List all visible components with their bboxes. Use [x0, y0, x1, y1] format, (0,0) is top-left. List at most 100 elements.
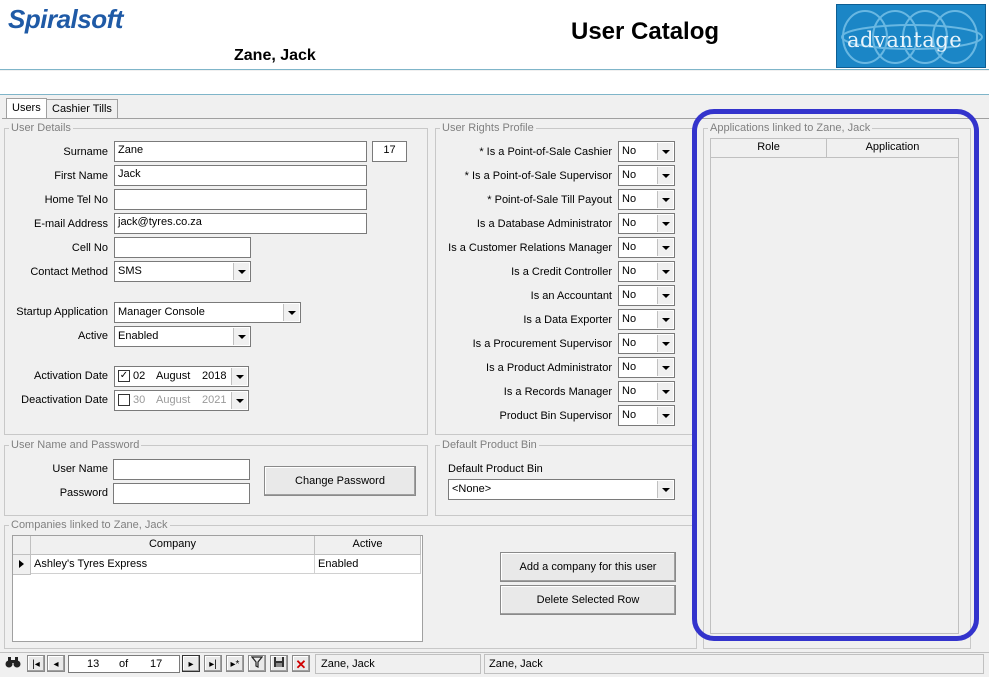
startup-application-label: Startup Application: [16, 306, 108, 318]
chevron-down-icon[interactable]: [657, 239, 673, 256]
last-record-icon[interactable]: ▸|: [204, 655, 222, 672]
right-select[interactable]: No: [618, 261, 675, 282]
right-select[interactable]: No: [618, 333, 675, 354]
row-selector[interactable]: [13, 555, 31, 575]
chevron-down-icon[interactable]: [283, 304, 299, 321]
table-cell-company[interactable]: Ashley's Tyres Express: [31, 555, 315, 574]
deactivation-date-picker[interactable]: 30 August 2021: [114, 390, 249, 411]
chevron-down-icon[interactable]: [657, 167, 673, 184]
startup-application-value: Manager Console: [118, 306, 205, 318]
record-position-field[interactable]: 13 of 17: [68, 655, 180, 673]
add-company-button[interactable]: Add a company for this user: [500, 552, 676, 582]
activation-date-picker[interactable]: ✓ 02 August 2018: [114, 366, 249, 387]
tab-cashier-tills[interactable]: Cashier Tills: [46, 99, 118, 118]
default-bin-label: Default Product Bin: [448, 463, 543, 475]
advantage-logo-text: advantage: [847, 28, 963, 52]
right-select[interactable]: No: [618, 285, 675, 306]
checkbox-checked-icon[interactable]: ✓: [118, 370, 130, 382]
status-panel-1: Zane, Jack: [315, 654, 481, 674]
chevron-down-icon[interactable]: [657, 215, 673, 232]
chevron-down-icon[interactable]: [657, 383, 673, 400]
save-icon[interactable]: [270, 655, 288, 672]
chevron-down-icon[interactable]: [657, 191, 673, 208]
highlight-annotation: [692, 109, 979, 641]
chevron-down-icon[interactable]: [233, 263, 249, 280]
companies-title: Companies linked to Zane, Jack: [9, 519, 170, 531]
default-bin-select[interactable]: <None>: [448, 479, 675, 500]
chevron-down-icon[interactable]: [657, 287, 673, 304]
table-cell-active[interactable]: Enabled: [315, 555, 421, 574]
right-label: Is a Customer Relations Manager: [448, 242, 612, 254]
home-tel-field[interactable]: [114, 189, 367, 210]
first-name-field[interactable]: Jack: [114, 165, 367, 186]
record-total: 17: [150, 658, 163, 670]
column-header-company[interactable]: Company: [31, 536, 315, 555]
active-select[interactable]: Enabled: [114, 326, 251, 347]
default-bin-title: Default Product Bin: [440, 439, 539, 451]
right-value: No: [622, 313, 637, 325]
right-select[interactable]: No: [618, 309, 675, 330]
first-record-icon[interactable]: |◂: [27, 655, 45, 672]
chevron-down-icon[interactable]: [231, 392, 247, 409]
contact-method-select[interactable]: SMS: [114, 261, 251, 282]
filter-icon[interactable]: [248, 655, 266, 672]
change-password-button[interactable]: Change Password: [264, 466, 416, 496]
right-value: No: [622, 337, 637, 349]
delete-record-icon[interactable]: ✕: [292, 655, 310, 672]
tab-users[interactable]: Users: [6, 98, 47, 118]
password-field[interactable]: [113, 483, 250, 504]
chevron-down-icon[interactable]: [657, 335, 673, 352]
row-header-corner: [13, 536, 31, 555]
deactivation-date-label: Deactivation Date: [21, 394, 108, 406]
chevron-down-icon[interactable]: [657, 481, 673, 498]
startup-application-select[interactable]: Manager Console: [114, 302, 301, 323]
right-select[interactable]: No: [618, 237, 675, 258]
user-details-title: User Details: [9, 122, 73, 134]
activation-day: 02: [133, 370, 146, 382]
right-select[interactable]: No: [618, 141, 675, 162]
delete-selected-row-button[interactable]: Delete Selected Row: [500, 585, 676, 615]
next-record-icon[interactable]: ▸: [182, 655, 200, 672]
right-select[interactable]: No: [618, 189, 675, 210]
new-record-icon[interactable]: ▸*: [226, 655, 244, 672]
username-field[interactable]: [113, 459, 250, 480]
right-select[interactable]: No: [618, 165, 675, 186]
activation-year: 2018: [202, 370, 227, 382]
right-label: * Point-of-Sale Till Payout: [487, 194, 612, 206]
right-label: Product Bin Supervisor: [499, 410, 613, 422]
checkbox-unchecked-icon[interactable]: [118, 394, 130, 406]
right-label: Is a Procurement Supervisor: [472, 338, 612, 350]
companies-grid[interactable]: Company Active Ashley's Tyres Express En…: [12, 535, 423, 642]
right-select[interactable]: No: [618, 357, 675, 378]
record-of-label: of: [119, 658, 129, 670]
user-id-field[interactable]: 17: [372, 141, 407, 162]
column-header-active[interactable]: Active: [315, 536, 421, 555]
chevron-down-icon[interactable]: [233, 328, 249, 345]
chevron-down-icon[interactable]: [231, 368, 247, 385]
chevron-down-icon[interactable]: [657, 311, 673, 328]
surname-field[interactable]: Zane: [114, 141, 367, 162]
deactivation-month: August: [156, 394, 191, 406]
binoculars-search-icon[interactable]: [4, 655, 22, 672]
chevron-down-icon[interactable]: [657, 359, 673, 376]
right-label: Is a Credit Controller: [511, 266, 612, 278]
right-select[interactable]: No: [618, 213, 675, 234]
chevron-down-icon[interactable]: [657, 143, 673, 160]
right-value: No: [622, 289, 637, 301]
previous-record-icon[interactable]: ◂: [47, 655, 65, 672]
right-value: No: [622, 409, 637, 421]
current-row-arrow-icon: [19, 560, 24, 568]
record-position: 13: [87, 658, 100, 670]
chevron-down-icon[interactable]: [657, 407, 673, 424]
cell-field[interactable]: [114, 237, 251, 258]
right-select[interactable]: No: [618, 381, 675, 402]
right-select[interactable]: No: [618, 405, 675, 426]
chevron-down-icon[interactable]: [657, 263, 673, 280]
header-band: [0, 71, 989, 95]
cell-label: Cell No: [71, 242, 108, 254]
right-label: Is a Records Manager: [503, 386, 612, 398]
email-field[interactable]: jack@tyres.co.za: [114, 213, 367, 234]
page-title: User Catalog: [571, 18, 720, 45]
deactivation-year: 2021: [202, 394, 227, 406]
credentials-title: User Name and Password: [9, 439, 142, 451]
